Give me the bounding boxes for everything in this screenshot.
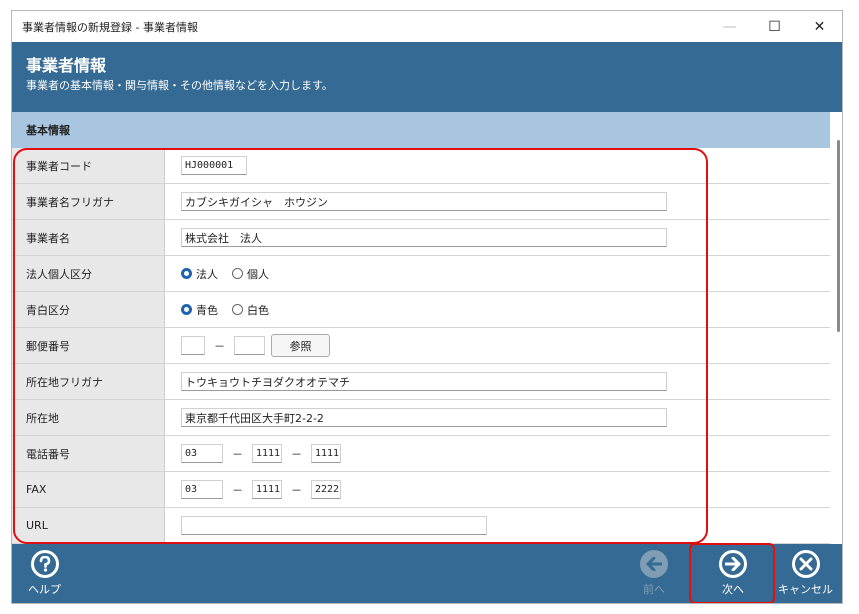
- prev-button[interactable]: 前へ: [640, 550, 668, 597]
- next-button[interactable]: 次へ: [719, 550, 747, 597]
- x-circle-icon: [791, 550, 820, 578]
- business-name-input[interactable]: 株式会社 法人: [181, 228, 667, 247]
- field-label: 事業者コード: [12, 148, 165, 183]
- field-label: 事業者名: [12, 220, 165, 255]
- separator: －: [232, 447, 243, 461]
- business-name-kana-input[interactable]: カブシキガイシャ ホウジン: [181, 192, 667, 211]
- footer-bar: ヘルプ 前へ 次へ キャンセル: [12, 544, 842, 603]
- separator: －: [232, 483, 243, 497]
- row-business-code: 事業者コード HJ000001: [12, 148, 830, 184]
- field-label: URL: [12, 508, 165, 543]
- field-label: 所在地: [12, 400, 165, 435]
- separator: －: [291, 447, 302, 461]
- radio-label: 青色: [196, 303, 218, 317]
- question-circle-icon: [30, 550, 59, 578]
- row-postal-code: 郵便番号 － 参照: [12, 328, 830, 364]
- field-label: 青白区分: [12, 292, 165, 327]
- app-window: 事業者情報の新規登録 - 事業者情報 — ☐ ✕ 事業者情報 事業者の基本情報・…: [11, 10, 843, 604]
- next-label: 次へ: [722, 583, 744, 596]
- field-label: 郵便番号: [12, 328, 165, 363]
- url-input[interactable]: [181, 516, 487, 535]
- postal-lookup-button[interactable]: 参照: [271, 334, 330, 357]
- postal-code-part2-input[interactable]: [234, 336, 265, 355]
- arrow-right-circle-icon: [719, 550, 747, 578]
- business-code-input[interactable]: HJ000001: [181, 156, 247, 175]
- section-title: 基本情報: [12, 112, 830, 148]
- row-fax: FAX 03 － 1111 － 2222: [12, 472, 830, 508]
- address-kana-input[interactable]: トウキョウトチヨダクオオテマチ: [181, 372, 667, 391]
- radio-corporation[interactable]: 法人: [181, 266, 218, 282]
- form-rows: 事業者コード HJ000001 事業者名フリガナ カブシキガイシャ ホウジン 事…: [12, 148, 830, 544]
- page-header: 事業者情報 事業者の基本情報・関与情報・その他情報などを入力します。: [12, 42, 842, 112]
- page-description: 事業者の基本情報・関与情報・その他情報などを入力します。: [26, 79, 333, 92]
- radio-blue[interactable]: 青色: [181, 302, 218, 318]
- address-input[interactable]: 東京都千代田区大手町2-2-2: [181, 408, 667, 427]
- field-label: 法人個人区分: [12, 256, 165, 291]
- page-title: 事業者情報: [26, 56, 107, 75]
- radio-unchecked-icon: [232, 268, 243, 279]
- help-button[interactable]: ヘルプ: [28, 550, 61, 597]
- row-blue-white: 青白区分 青色 白色: [12, 292, 830, 328]
- field-label: 事業者名フリガナ: [12, 184, 165, 219]
- fax-part1-input[interactable]: 03: [181, 480, 223, 499]
- row-business-name-kana: 事業者名フリガナ カブシキガイシャ ホウジン: [12, 184, 830, 220]
- row-address-kana: 所在地フリガナ トウキョウトチヨダクオオテマチ: [12, 364, 830, 400]
- field-label: 電話番号: [12, 436, 165, 471]
- row-phone: 電話番号 03 － 1111 － 1111: [12, 436, 830, 472]
- row-business-name: 事業者名 株式会社 法人: [12, 220, 830, 256]
- maximize-button[interactable]: ☐: [752, 11, 797, 42]
- window-title: 事業者情報の新規登録 - 事業者情報: [22, 20, 198, 34]
- radio-label: 個人: [247, 267, 269, 281]
- row-entity-type: 法人個人区分 法人 個人: [12, 256, 830, 292]
- minimize-button[interactable]: —: [707, 11, 752, 42]
- radio-unchecked-icon: [232, 304, 243, 315]
- title-bar: 事業者情報の新規登録 - 事業者情報 — ☐ ✕: [12, 11, 842, 42]
- radio-label: 法人: [196, 267, 218, 281]
- row-url: URL: [12, 508, 830, 544]
- field-label: 所在地フリガナ: [12, 364, 165, 399]
- radio-label: 白色: [247, 303, 269, 317]
- close-button[interactable]: ✕: [797, 11, 842, 42]
- separator: －: [214, 339, 225, 353]
- radio-white[interactable]: 白色: [232, 302, 269, 318]
- help-label: ヘルプ: [28, 583, 61, 596]
- prev-label: 前へ: [643, 583, 665, 596]
- postal-code-part1-input[interactable]: [181, 336, 205, 355]
- phone-part2-input[interactable]: 1111: [252, 444, 282, 463]
- field-label: FAX: [12, 472, 165, 507]
- radio-individual[interactable]: 個人: [232, 266, 269, 282]
- arrow-left-circle-icon: [640, 550, 668, 578]
- fax-part2-input[interactable]: 1111: [252, 480, 282, 499]
- radio-checked-icon: [181, 268, 192, 279]
- cancel-label: キャンセル: [778, 583, 833, 596]
- form-content: 基本情報 事業者コード HJ000001 事業者名フリガナ カブシキガイシャ ホ…: [12, 112, 842, 544]
- vertical-scrollbar[interactable]: [837, 140, 840, 332]
- row-address: 所在地 東京都千代田区大手町2-2-2: [12, 400, 830, 436]
- fax-part3-input[interactable]: 2222: [311, 480, 341, 499]
- phone-part1-input[interactable]: 03: [181, 444, 223, 463]
- cancel-button[interactable]: キャンセル: [778, 550, 833, 597]
- phone-part3-input[interactable]: 1111: [311, 444, 341, 463]
- separator: －: [291, 483, 302, 497]
- radio-checked-icon: [181, 304, 192, 315]
